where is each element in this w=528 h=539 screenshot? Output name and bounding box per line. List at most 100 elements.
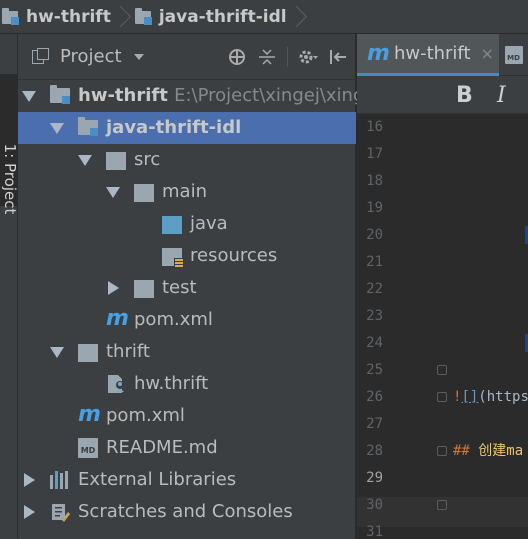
editor-tabs: m hw-thrift × MD <box>357 34 528 76</box>
tree-item-label: java-thrift-idl <box>106 117 242 138</box>
tree-item-hw-thrift-file[interactable]: hw.thrift <box>18 368 356 400</box>
scratch-icon <box>50 502 70 522</box>
folder-icon <box>78 344 98 362</box>
tab-readme[interactable]: MD <box>499 34 528 76</box>
code-token: 创建ma <box>478 443 524 459</box>
tree-item-test[interactable]: test <box>18 272 356 304</box>
tree-item-label: test <box>162 277 197 298</box>
source-folder-icon <box>162 216 182 234</box>
editor-area: m hw-thrift × MD B I 16 17 18 19 20 21 2… <box>357 34 528 539</box>
crosshair-icon[interactable] <box>227 46 247 68</box>
line-number: 17 <box>366 146 383 162</box>
chevron-right-icon[interactable] <box>22 496 36 528</box>
toolbar-divider <box>287 47 288 67</box>
tree-item-java-thrift-idl[interactable]: java-thrift-idl <box>18 112 356 144</box>
tree-item-thrift[interactable]: thrift <box>18 336 356 368</box>
tree-item-label: main <box>162 181 207 202</box>
maven-icon: m <box>78 402 101 427</box>
tree-item-label: pom.xml <box>134 309 213 330</box>
tree-item-java[interactable]: java <box>18 208 356 240</box>
line-number: 21 <box>366 254 383 270</box>
line-number: 28 <box>366 443 383 459</box>
chevron-right-icon <box>117 0 127 34</box>
tree-item-scratches[interactable]: Scratches and Consoles <box>18 496 356 528</box>
chevron-down-icon[interactable] <box>106 176 120 208</box>
project-tool-tab[interactable]: 1: Project <box>0 74 19 214</box>
breadcrumb-java-thrift-idl[interactable]: java-thrift-idl <box>133 0 309 34</box>
tree-item-label: thrift <box>106 341 150 362</box>
fold-marker[interactable] <box>437 500 447 510</box>
folder-icon <box>134 184 154 202</box>
panel-toolbar <box>227 46 348 68</box>
markdown-toolbar: B I <box>357 76 528 114</box>
code-line-28[interactable]: ## 创建ma <box>453 442 523 460</box>
collapse-all-icon[interactable] <box>257 46 277 68</box>
breadcrumb-label: java-thrift-idl <box>158 6 287 27</box>
tree-item-resources[interactable]: resources <box>18 240 356 272</box>
tree-item-pom-xml[interactable]: m pom.xml <box>18 304 356 336</box>
library-icon <box>50 471 70 489</box>
chevron-down-icon[interactable] <box>50 336 64 368</box>
tree-item-label: pom.xml <box>106 405 185 426</box>
code-token: ## <box>453 443 479 459</box>
navigation-bar: hw-thrift java-thrift-idl <box>0 0 528 34</box>
tree-item-external-libraries[interactable]: External Libraries <box>18 464 356 496</box>
tree-item-main[interactable]: main <box>18 176 356 208</box>
line-number: 23 <box>366 308 383 324</box>
tree-item-root-pom-xml[interactable]: m pom.xml <box>18 400 356 432</box>
line-number: 20 <box>366 227 383 243</box>
hide-icon[interactable] <box>328 46 348 68</box>
chevron-right-icon[interactable] <box>106 272 120 304</box>
tree-item-src[interactable]: src <box>18 144 356 176</box>
code-line-26[interactable]: ![](https <box>453 388 528 406</box>
resources-badge <box>174 258 184 268</box>
tab-label: hw-thrift <box>393 43 471 64</box>
fold-marker[interactable] <box>437 392 447 402</box>
project-panel-header: Project <box>18 34 356 80</box>
chevron-right-icon <box>293 0 303 34</box>
tree-item-label: resources <box>190 245 278 266</box>
chevron-down-icon[interactable] <box>22 80 36 112</box>
line-number: 22 <box>366 281 383 297</box>
tree-item-hw-thrift[interactable]: hw-thrift E:\Project\xingej\xinge <box>18 80 375 112</box>
maven-icon: m <box>367 41 390 66</box>
markdown-icon: MD <box>504 46 523 64</box>
chevron-down-icon[interactable] <box>50 112 64 144</box>
folder-icon <box>134 280 154 298</box>
tree-item-label: External Libraries <box>78 469 237 490</box>
tree-item-label: hw-thrift <box>78 85 168 106</box>
line-number: 30 <box>366 497 383 513</box>
tree-item-readme[interactable]: MD README.md <box>18 432 356 464</box>
fold-marker[interactable] <box>437 446 447 456</box>
breadcrumb-hw-thrift[interactable]: hw-thrift <box>0 0 133 34</box>
line-number: 24 <box>366 335 383 351</box>
breadcrumb-label: hw-thrift <box>26 6 111 27</box>
chevron-down-icon[interactable] <box>78 144 92 176</box>
line-number: 31 <box>366 524 383 539</box>
tree-item-label: hw.thrift <box>134 373 209 394</box>
module-icon <box>50 85 78 111</box>
chevron-down-icon <box>133 53 144 60</box>
italic-button[interactable]: I <box>497 83 506 108</box>
folder-icon <box>106 152 126 170</box>
line-number: 27 <box>366 416 383 432</box>
chevron-right-icon[interactable] <box>22 464 36 496</box>
tab-hw-thrift[interactable]: m hw-thrift × <box>357 34 499 76</box>
tree-item-label: Scratches and Consoles <box>78 501 293 522</box>
module-icon <box>78 117 106 143</box>
line-number: 25 <box>366 362 383 378</box>
code-token: [] <box>461 389 479 405</box>
fold-marker[interactable] <box>437 365 447 375</box>
module-icon <box>134 7 153 25</box>
thrift-file-icon <box>106 374 128 394</box>
line-number: 16 <box>366 119 383 135</box>
line-number: 18 <box>366 173 383 189</box>
gear-icon[interactable] <box>298 46 318 68</box>
bold-button[interactable]: B <box>456 83 473 108</box>
tool-window-stripe: 1: Project <box>0 34 19 539</box>
tree-item-label: README.md <box>106 437 218 458</box>
close-icon[interactable]: × <box>481 44 494 63</box>
project-view-selector[interactable]: Project <box>32 46 144 67</box>
markdown-icon: MD <box>78 438 98 458</box>
tree-item-label: java <box>190 213 228 234</box>
